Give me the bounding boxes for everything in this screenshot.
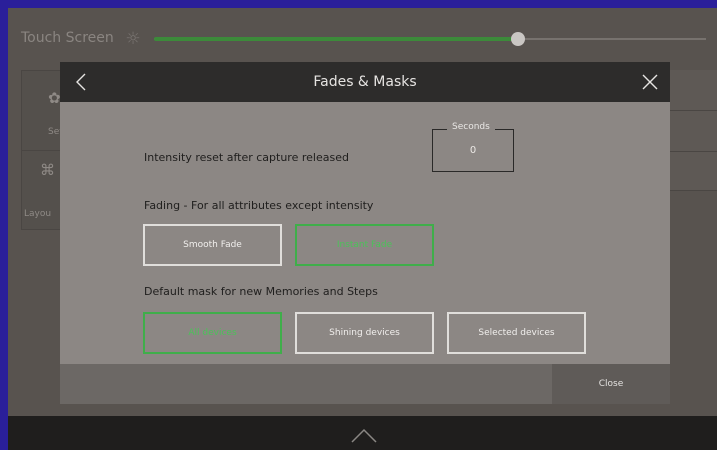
touch-screen-frame: Touch Screen ☼ ✿ Set ⌘ Layou Fades & Mas… xyxy=(8,8,717,450)
bg-row xyxy=(668,70,717,111)
close-icon[interactable] xyxy=(640,72,660,92)
dialog-title: Fades & Masks xyxy=(313,74,417,90)
close-button[interactable]: Close xyxy=(552,364,670,404)
bg-row xyxy=(668,111,717,152)
layout-icon: ⌘ xyxy=(40,161,55,179)
fades-masks-dialog: Fades & Masks Intensity reset after capt… xyxy=(60,62,670,404)
chevron-up-icon[interactable] xyxy=(346,424,382,446)
sun-icon: ☼ xyxy=(125,29,141,49)
selected-devices-button[interactable]: Selected devices xyxy=(447,312,586,354)
bottom-bar xyxy=(8,416,717,450)
instant-fade-button[interactable]: Instant Fade xyxy=(295,224,434,266)
fading-label: Fading - For all attributes except inten… xyxy=(144,199,374,212)
dialog-header: Fades & Masks xyxy=(60,62,670,102)
seconds-field[interactable]: Seconds 0 xyxy=(432,122,514,172)
slider-knob[interactable] xyxy=(511,32,526,46)
dialog-body: Intensity reset after capture released S… xyxy=(60,102,670,364)
all-devices-button[interactable]: All devices xyxy=(143,312,282,354)
intensity-reset-label: Intensity reset after capture released xyxy=(144,151,349,164)
top-bar: Touch Screen ☼ xyxy=(8,8,717,70)
brightness-slider[interactable] xyxy=(154,32,706,46)
screen-title: Touch Screen xyxy=(21,30,114,46)
mask-label: Default mask for new Memories and Steps xyxy=(144,285,378,298)
chevron-left-icon[interactable] xyxy=(70,68,92,96)
shining-devices-button[interactable]: Shining devices xyxy=(295,312,434,354)
slider-fill xyxy=(154,37,519,41)
bg-row xyxy=(668,152,717,191)
seconds-value: 0 xyxy=(469,145,477,156)
layout-panel-label: Layou xyxy=(24,209,52,219)
gear-icon: ✿ xyxy=(48,89,61,107)
dialog-footer: Close xyxy=(60,364,670,404)
smooth-fade-button[interactable]: Smooth Fade xyxy=(143,224,282,266)
